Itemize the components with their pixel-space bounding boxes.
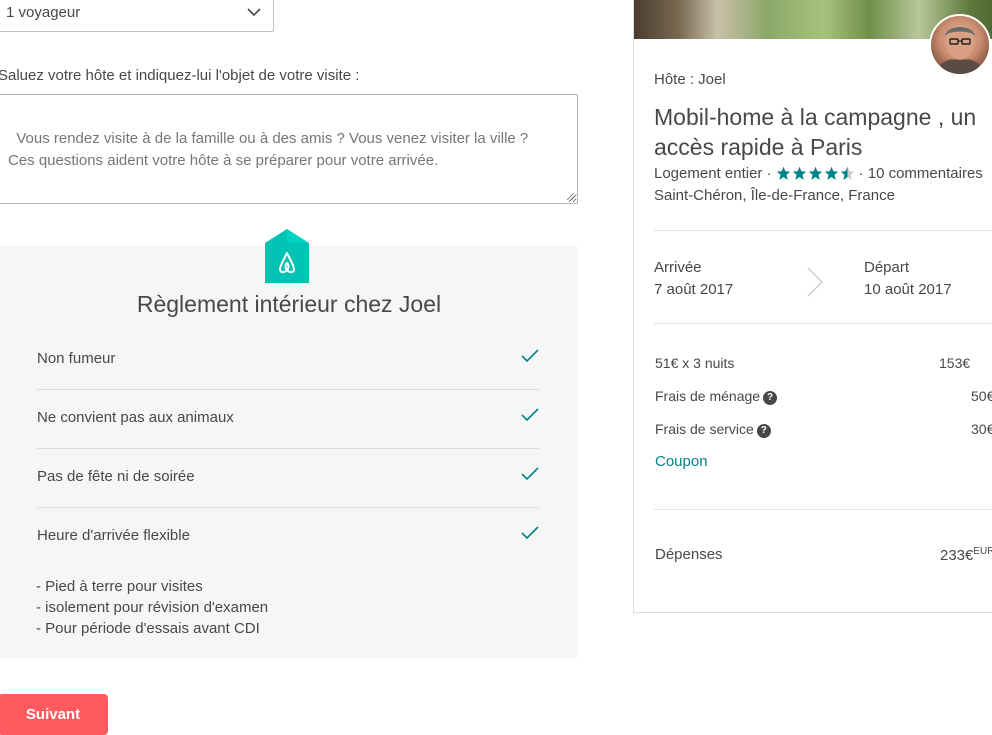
checkin-label: Arrivée: [654, 259, 702, 276]
cleaning-label: Frais de ménage: [655, 388, 761, 404]
divider: [654, 323, 992, 324]
total-value: 233€: [940, 547, 974, 564]
rule-note: - Pied à terre pour visites: [36, 578, 203, 595]
coupon-link[interactable]: Coupon: [655, 453, 708, 470]
message-placeholder: Vous rendez visite à de la famille ou à …: [8, 130, 529, 169]
divider: [654, 230, 992, 231]
chevron-right-icon: [807, 267, 824, 297]
help-icon[interactable]: ?: [763, 391, 778, 405]
rating-stars: [776, 166, 855, 181]
check-icon: [521, 467, 539, 481]
rule-item: Ne convient pas aux animaux: [37, 390, 539, 449]
rule-label: Ne convient pas aux animaux: [37, 409, 234, 426]
rule-item: Heure d'arrivée flexible: [37, 508, 539, 567]
total-currency: EUR: [973, 546, 992, 557]
help-icon[interactable]: ?: [756, 424, 771, 438]
star-icon: [808, 166, 822, 180]
check-icon: [521, 349, 539, 363]
listing-location: Saint-Chéron, Île-de-France, France: [654, 187, 895, 204]
listing-meta: Logement entier · · 10 commentaires: [654, 165, 983, 182]
guests-select-value: 1 voyageur: [6, 3, 81, 21]
guests-select[interactable]: 1 voyageur: [0, 0, 274, 32]
listing-type: Logement entier ·: [654, 165, 772, 182]
total-amount: 233€EUR: [940, 546, 992, 564]
check-icon: [521, 408, 539, 422]
host-avatar[interactable]: [929, 14, 991, 76]
listing-title[interactable]: Mobil-home à la campagne , un accès rapi…: [654, 102, 992, 162]
total-label: Dépenses: [655, 546, 723, 563]
rule-note: - Pour période d'essais avant CDI: [36, 620, 260, 637]
star-icon: [776, 166, 790, 180]
rule-label: Non fumeur: [37, 350, 116, 367]
resize-grip-icon[interactable]: [566, 192, 575, 201]
checkout-label: Départ: [864, 259, 910, 276]
host-line: Hôte : Joel: [654, 71, 726, 88]
message-label: Saluez votre hôte et indiquez-lui l'obje…: [0, 67, 360, 84]
service-label: Frais de service: [655, 421, 754, 437]
chevron-down-icon: [247, 8, 261, 17]
divider: [654, 509, 992, 510]
house-rules-title: Règlement intérieur chez Joel: [136, 291, 442, 317]
message-textarea[interactable]: Vous rendez visite à de la famille ou à …: [0, 94, 578, 204]
airbnb-house-logo-icon: [265, 229, 309, 283]
checkin-date[interactable]: 7 août 2017: [654, 281, 733, 298]
star-icon: [824, 166, 838, 180]
price-row-cleaning: Frais de ménage? 50€: [655, 388, 992, 405]
rule-item: Pas de fête ni de soirée: [37, 449, 539, 508]
half-star-icon: [840, 166, 854, 180]
rule-note: - isolement pour révision d'examen: [36, 599, 269, 616]
rule-label: Pas de fête ni de soirée: [37, 468, 195, 485]
price-row-nights: 51€ x 3 nuits 153€: [655, 355, 992, 371]
rule-item: Non fumeur: [37, 331, 539, 390]
host-face-icon: [937, 25, 983, 74]
cleaning-amount: 50€: [971, 388, 992, 404]
checkout-date[interactable]: 10 août 2017: [864, 281, 952, 298]
house-rules-notes: - Pied à terre pour visites - isolement …: [36, 576, 268, 639]
nights-amount: 153€: [939, 355, 971, 371]
star-icon: [792, 166, 806, 180]
service-amount: 30€: [971, 421, 992, 437]
nights-label: 51€ x 3 nuits: [655, 355, 735, 371]
check-icon: [521, 526, 539, 540]
listing-summary-card: [633, 0, 992, 613]
next-button[interactable]: Suivant: [0, 694, 108, 735]
price-row-service: Frais de service? 30€: [655, 421, 992, 438]
review-count[interactable]: · 10 commentaires: [859, 165, 983, 182]
rule-label: Heure d'arrivée flexible: [37, 527, 190, 544]
